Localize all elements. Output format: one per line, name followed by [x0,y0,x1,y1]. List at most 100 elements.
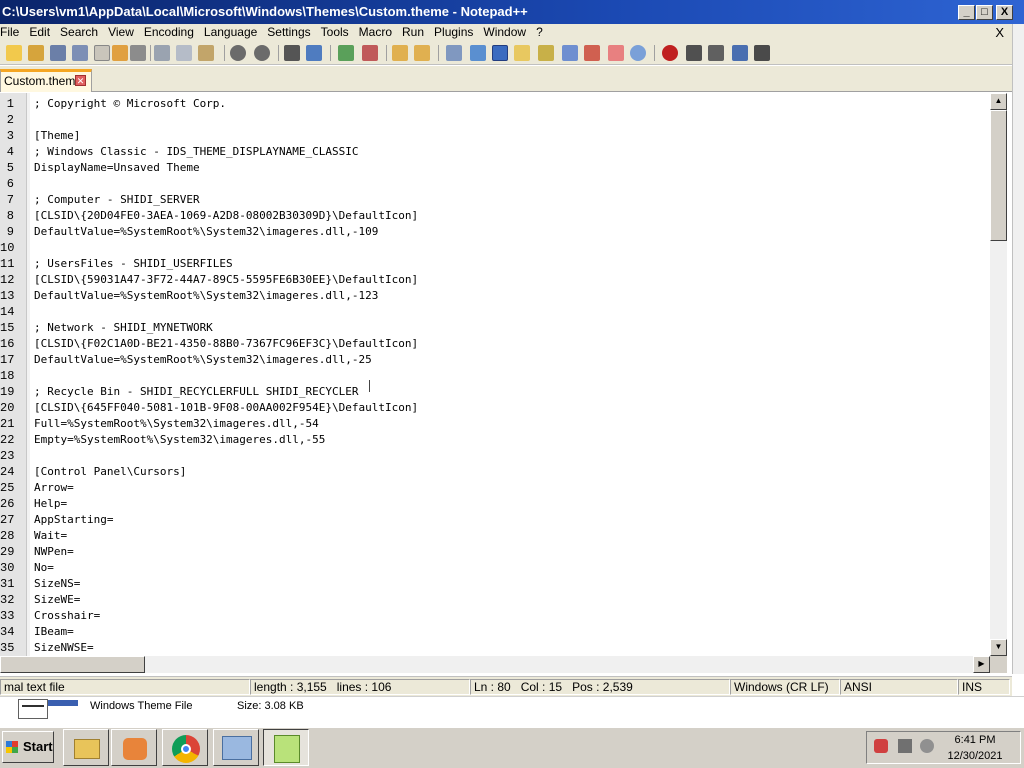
toolbar-separator [386,45,387,61]
title-bar: C:\Users\vm1\AppData\Local\Microsoft\Win… [0,0,1024,24]
menu-edit[interactable]: Edit [24,24,55,41]
line-number-gutter: 1 2 3 4 5 6 7 8 9 10 11 12 13 14 15 16 17 18 19 20 21 22 23 24 2… [0,93,27,656]
code-line: ; Copyright © Microsoft Corp. [34,97,227,110]
tab-custom-theme[interactable]: Custom.theme ✕ [0,69,92,92]
show-all-chars-icon[interactable] [470,45,486,61]
doc-map-icon[interactable] [538,45,554,61]
network-icon [222,736,252,760]
vertical-scroll-thumb[interactable] [990,110,1007,241]
word-wrap-icon[interactable] [446,45,462,61]
record-macro-icon[interactable] [662,45,678,61]
code-line: Full=%SystemRoot%\System32\imageres.dll,… [34,417,319,430]
menu-help[interactable]: ? [531,24,548,41]
scroll-down-icon[interactable]: ▼ [990,639,1007,656]
close-all-icon[interactable] [112,45,128,61]
horizontal-scrollbar[interactable]: ▶ [0,656,990,673]
clock-time[interactable]: 6:41 PM [940,734,1010,746]
tab-close-icon[interactable]: ✕ [75,75,86,86]
line-number: 35 [0,641,15,655]
editor-text-area[interactable]: ; Copyright © Microsoft Corp. [Theme] ; Wi… [30,93,990,656]
doc-list-icon[interactable] [630,45,646,61]
line-number: 33 [0,609,15,623]
play-macro-icon[interactable] [708,45,724,61]
menu-plugins[interactable]: Plugins [429,24,478,41]
replace-icon[interactable] [306,45,322,61]
find-icon[interactable] [284,45,300,61]
line-number: 9 [6,225,14,239]
code-line: [Control Panel\Cursors] [34,465,187,478]
function-list-icon[interactable] [562,45,578,61]
code-line: No= [34,561,54,574]
notepad-plus-plus-icon [274,735,300,763]
scroll-right-icon[interactable]: ▶ [973,656,990,673]
line-number: 6 [6,177,14,191]
scroll-up-icon[interactable]: ▲ [990,93,1007,110]
monitoring-icon[interactable] [608,45,624,61]
save-icon[interactable] [50,45,66,61]
menu-view[interactable]: View [103,24,139,41]
status-file-type: mal text file [0,679,250,695]
print-icon[interactable] [130,45,146,61]
indent-guide-icon[interactable] [492,45,508,61]
save-all-icon[interactable] [72,45,88,61]
zoom-out-icon[interactable] [362,45,378,61]
code-line: IBeam= [34,625,74,638]
status-pos: Pos : 2,539 [572,680,633,694]
taskbar-explorer[interactable] [63,729,109,766]
udl-icon[interactable] [514,45,530,61]
horizontal-scroll-thumb[interactable] [0,656,145,673]
details-file-size: Size: 3.08 KB [237,700,304,712]
taskbar-notepad-plus-plus[interactable] [263,729,309,766]
open-file-icon[interactable] [28,45,44,61]
status-lines: lines : 106 [336,680,392,694]
menu-file[interactable]: File [0,24,24,41]
taskbar-network[interactable] [213,729,259,766]
close-button[interactable]: X [996,5,1013,20]
taskbar-media-player[interactable] [111,729,157,766]
code-line: Empty=%SystemRoot%\System32\imageres.dll… [34,433,326,446]
menu-close-button[interactable]: X [995,24,1004,41]
status-encoding: ANSI [840,679,958,695]
code-line: [CLSID\{59031A47-3F72-44A7-89C5-5595FE6B… [34,273,419,286]
menu-tools[interactable]: Tools [316,24,354,41]
redo-icon[interactable] [254,45,270,61]
new-file-icon[interactable] [6,45,22,61]
line-number: 4 [6,145,14,159]
code-line: DefaultValue=%SystemRoot%\System32\image… [34,289,379,302]
paste-icon[interactable] [198,45,214,61]
action-center-icon[interactable] [874,739,888,753]
stop-recording-icon[interactable] [686,45,702,61]
undo-icon[interactable] [230,45,246,61]
minimize-button[interactable]: _ [958,5,975,20]
zoom-in-icon[interactable] [338,45,354,61]
line-number: 25 [0,481,15,495]
copy-icon[interactable] [176,45,192,61]
cut-icon[interactable] [154,45,170,61]
sync-horizontal-icon[interactable] [414,45,430,61]
outer-vertical-scrollbar[interactable] [1012,24,1024,674]
line-number: 23 [0,449,15,463]
taskbar-chrome[interactable] [162,729,208,766]
menu-settings[interactable]: Settings [262,24,315,41]
menu-encoding[interactable]: Encoding [139,24,199,41]
menu-run[interactable]: Run [397,24,429,41]
folder-workspace-icon[interactable] [584,45,600,61]
run-macro-multiple-icon[interactable] [732,45,748,61]
save-macro-icon[interactable] [754,45,770,61]
menu-language[interactable]: Language [199,24,262,41]
menu-macro[interactable]: Macro [354,24,397,41]
file-thumbnail-bar [48,700,78,706]
menu-window[interactable]: Window [478,24,531,41]
line-number: 34 [0,625,15,639]
clock-date[interactable]: 12/30/2021 [940,750,1010,762]
line-number: 27 [0,513,15,527]
code-line: [CLSID\{645FF040-5081-101B-9F08-00AA002F… [34,401,419,414]
volume-icon[interactable] [920,739,934,753]
maximize-button[interactable]: □ [976,5,993,20]
menu-search[interactable]: Search [55,24,103,41]
code-line: [Theme] [34,129,81,142]
network-tray-icon[interactable] [898,739,912,753]
sync-vertical-icon[interactable] [392,45,408,61]
line-number: 17 [0,353,15,367]
close-icon[interactable] [94,45,110,61]
